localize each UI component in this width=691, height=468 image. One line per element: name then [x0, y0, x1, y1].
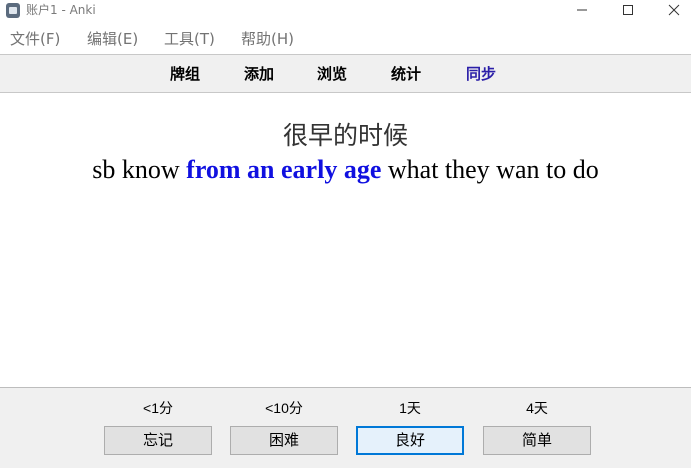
minimize-button[interactable]	[559, 0, 605, 20]
menu-help[interactable]: 帮助(H)	[241, 30, 294, 48]
good-button[interactable]: 良好	[356, 426, 464, 455]
interval-again: <1分	[143, 400, 173, 416]
toolbar-stats[interactable]: 统计	[391, 64, 421, 84]
window-title: 账户1 - Anki	[26, 3, 96, 17]
minimize-icon	[577, 9, 587, 11]
close-button[interactable]	[651, 0, 691, 20]
card-view: 很早的时候 sb know from an early age what the…	[0, 93, 691, 387]
card-back-highlight: from an early age	[186, 155, 382, 184]
toolbar-sync[interactable]: 同步	[466, 64, 496, 84]
toolbar-add[interactable]: 添加	[244, 64, 274, 84]
card-back-text: sb know from an early age what they wan …	[0, 153, 691, 187]
maximize-icon	[623, 5, 633, 15]
interval-good: 1天	[399, 400, 421, 416]
main-toolbar: 牌组 添加 浏览 统计 同步	[0, 54, 691, 93]
card-back-suffix: what they wan to do	[381, 155, 599, 184]
anki-app-icon	[6, 3, 20, 18]
menu-bar: 文件(F) 编辑(E) 工具(T) 帮助(H)	[0, 26, 691, 52]
toolbar-decks[interactable]: 牌组	[170, 64, 200, 84]
answer-bar: <1分 <10分 1天 4天 忘记 困难 良好 简单	[0, 387, 691, 468]
card-back-prefix: sb know	[92, 155, 187, 184]
close-icon	[668, 4, 680, 16]
again-button[interactable]: 忘记	[104, 426, 212, 455]
easy-button[interactable]: 简单	[483, 426, 591, 455]
hard-button[interactable]: 困难	[230, 426, 338, 455]
maximize-button[interactable]	[605, 0, 651, 20]
interval-hard: <10分	[265, 400, 303, 416]
toolbar-browse[interactable]: 浏览	[317, 64, 347, 84]
menu-file[interactable]: 文件(F)	[10, 30, 60, 48]
menu-tools[interactable]: 工具(T)	[164, 30, 215, 48]
card-front-text: 很早的时候	[282, 121, 408, 150]
interval-easy: 4天	[526, 400, 548, 416]
title-bar: 账户1 - Anki	[0, 0, 691, 22]
menu-edit[interactable]: 编辑(E)	[87, 30, 138, 48]
